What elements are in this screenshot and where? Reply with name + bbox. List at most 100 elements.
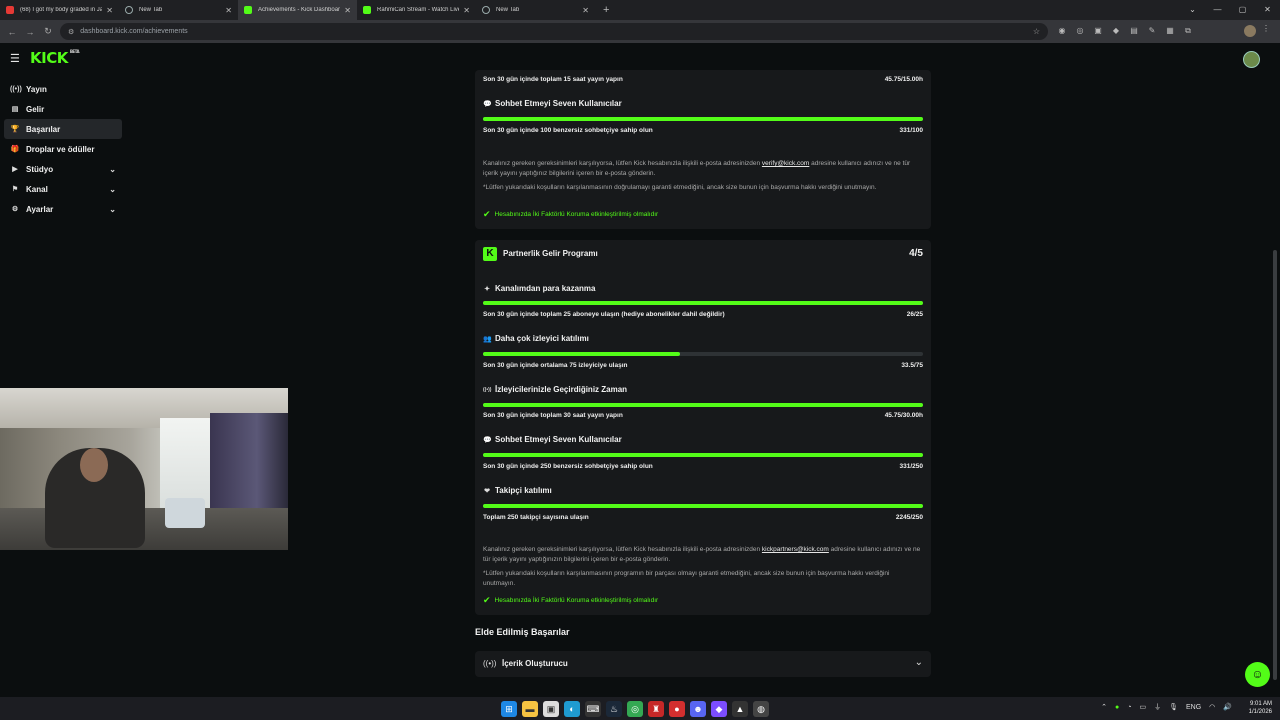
users-icon: 👥	[483, 335, 492, 343]
check-icon: ✔	[483, 209, 491, 219]
extension-icon[interactable]: ▣	[1092, 25, 1104, 37]
note-text: Kanalınız gereken gereksinimleri karşılı…	[483, 546, 761, 553]
chrome-icon[interactable]: ◎	[627, 701, 643, 717]
close-tab-icon[interactable]: ✕	[582, 6, 589, 15]
volume-icon[interactable]: 🔊	[1223, 703, 1232, 711]
sidebar-item-ayarlar[interactable]: ⚙ Ayarlar ⌄	[4, 199, 122, 219]
sidebar-item-gelir[interactable]: ▤ Gelir	[4, 99, 122, 119]
file-explorer-icon[interactable]: ▬	[522, 701, 538, 717]
sidebar-item-yayin[interactable]: ((•)) Yayın	[4, 79, 122, 99]
minimize-icon[interactable]: —	[1205, 0, 1230, 20]
mic-icon[interactable]: 🎙	[1169, 703, 1178, 711]
tab-search-icon[interactable]: ⌄	[1180, 0, 1205, 20]
browser-tab[interactable]: New Tab ✕	[476, 0, 595, 20]
app-icon[interactable]: ♜	[648, 701, 664, 717]
extension-icon[interactable]: ◆	[1110, 25, 1122, 37]
email-link[interactable]: verify@kick.com	[762, 160, 809, 167]
site-info-icon[interactable]: ⚙	[68, 28, 74, 36]
chevron-down-icon[interactable]: ⌄	[109, 205, 116, 214]
clock-time: 9:01 AM	[1249, 701, 1272, 707]
taskbar-clock[interactable]: 9:01 AM 1/1/2026	[1249, 700, 1272, 716]
logo-text: KICK	[30, 49, 68, 67]
profile-avatar[interactable]	[1244, 25, 1256, 37]
terminal-icon[interactable]: ⌨	[585, 701, 601, 717]
close-tab-icon[interactable]: ✕	[463, 6, 470, 15]
sidebar-item-droplar[interactable]: 🎁 Droplar ve ödüller	[4, 139, 122, 159]
new-tab-button[interactable]: +	[603, 4, 609, 16]
extension-icon[interactable]: ▦	[1164, 25, 1176, 37]
progress-bar	[483, 504, 923, 508]
achievement-card-verification	[475, 70, 931, 229]
requirement-title-text: Sohbet Etmeyi Seven Kullanıcılar	[495, 99, 622, 108]
app-icon[interactable]: ▣	[543, 701, 559, 717]
app-icon[interactable]: ▲	[732, 701, 748, 717]
requirement-value: 331/250	[899, 463, 924, 470]
partner-note: Kanalınız gereken gereksinimleri karşılı…	[483, 545, 923, 565]
bookmark-star-icon[interactable]: ☆	[1033, 27, 1040, 36]
reload-icon[interactable]: ↻	[39, 26, 57, 37]
language-indicator[interactable]: ENG	[1186, 704, 1201, 711]
tray-app-icon[interactable]: ▭	[1139, 703, 1146, 711]
tray-expand-icon[interactable]: ⌃	[1101, 703, 1107, 711]
user-avatar[interactable]	[1243, 51, 1260, 68]
chevron-down-icon[interactable]: ⌄	[109, 185, 116, 194]
sidebar-item-label: Droplar ve ödüller	[26, 144, 95, 154]
taskbar-apps: ⊞ ▬ ▣ ◐ ⌨ ♨ ◎ ♜ ● ☻ ◆ ▲ ◍	[501, 701, 769, 717]
page-scrollbar[interactable]	[1273, 250, 1277, 680]
tray-app-icon[interactable]: ◔	[1127, 704, 1131, 711]
achieved-accordion[interactable]: ((•)) İçerik Oluşturucu ⌄	[475, 651, 931, 677]
support-chat-button[interactable]: ☺	[1245, 662, 1270, 687]
browser-tab[interactable]: (68) I got my body graded in Ja ✕	[0, 0, 119, 20]
usb-icon[interactable]: ⏚	[1154, 702, 1161, 712]
address-bar[interactable]: ⚙ dashboard.kick.com/achievements ☆	[60, 23, 1048, 40]
app-icon[interactable]: ◍	[753, 701, 769, 717]
extension-icon[interactable]: ✎	[1146, 25, 1158, 37]
requirement-title-text: İzleyicilerinizle Geçirdiğiniz Zaman	[495, 385, 628, 394]
back-icon[interactable]: ←	[3, 27, 21, 37]
close-tab-icon[interactable]: ✕	[344, 6, 351, 15]
sidebar-item-studyo[interactable]: ▶ Stüdyo ⌄	[4, 159, 122, 179]
extension-icon[interactable]: ▤	[1128, 25, 1140, 37]
sidebar-item-label: Stüdyo	[26, 164, 54, 174]
close-window-icon[interactable]: ✕	[1255, 0, 1280, 20]
progress-bar	[483, 403, 923, 407]
close-tab-icon[interactable]: ✕	[106, 6, 113, 15]
webcam-face	[80, 448, 108, 482]
requirement-title: ❤ Takipçi katılımı	[483, 486, 552, 495]
youtube-favicon-icon	[6, 6, 14, 14]
start-icon[interactable]: ⊞	[501, 701, 517, 717]
extension-icon[interactable]: ◉	[1056, 25, 1068, 37]
browser-tab-active[interactable]: Achievements - Kick Dashboard ✕	[238, 0, 357, 20]
sidebar: ((•)) Yayın ▤ Gelir 🏆 Başarılar 🎁 Droplar ve…	[0, 79, 126, 219]
two-factor-requirement: ✔ Hesabınızda İki Faktörlü Koruma etkinle…	[483, 595, 658, 606]
sidebar-item-kanal[interactable]: ⚑ Kanal ⌄	[4, 179, 122, 199]
close-tab-icon[interactable]: ✕	[225, 6, 232, 15]
browser-menu-icon[interactable]: ⋮	[1262, 24, 1270, 33]
wifi-icon[interactable]: ◠	[1209, 703, 1215, 711]
kick-logo[interactable]: KICK BETA	[30, 49, 80, 67]
browser-tab[interactable]: RahmiCan Stream - Watch Live ✕	[357, 0, 476, 20]
requirement-title: ✦ Kanalımdan para kazanma	[483, 284, 595, 293]
discord-icon[interactable]: ☻	[690, 701, 706, 717]
extensions-puzzle-icon[interactable]: ⧉	[1182, 25, 1194, 37]
chevron-down-icon[interactable]: ⌄	[109, 165, 116, 174]
edge-icon[interactable]: ◐	[564, 701, 580, 717]
chevron-down-icon[interactable]: ⌄	[915, 657, 923, 668]
requirement-title-text: Takipçi katılımı	[495, 486, 552, 495]
forward-icon[interactable]: →	[21, 27, 39, 37]
url-text[interactable]: dashboard.kick.com/achievements	[80, 28, 187, 35]
app-icon[interactable]: ●	[669, 701, 685, 717]
clock-date: 1/1/2026	[1248, 709, 1272, 715]
tray-status-icon[interactable]: ●	[1115, 704, 1119, 711]
check-icon: ✔	[483, 595, 491, 605]
app-icon[interactable]: ◆	[711, 701, 727, 717]
channel-icon: ⚑	[11, 186, 19, 193]
maximize-icon[interactable]: ▢	[1230, 0, 1255, 20]
requirement-text: Son 30 gün içinde ortalama 75 izleyiciye…	[483, 362, 628, 369]
hamburger-menu-icon[interactable]: ☰	[10, 52, 20, 65]
extension-icon[interactable]: ◎	[1074, 25, 1086, 37]
sidebar-item-basarilar[interactable]: 🏆 Başarılar	[4, 119, 122, 139]
steam-icon[interactable]: ♨	[606, 701, 622, 717]
email-link[interactable]: kickpartners@kick.com	[762, 546, 829, 553]
browser-tab[interactable]: New Tab ✕	[119, 0, 238, 20]
